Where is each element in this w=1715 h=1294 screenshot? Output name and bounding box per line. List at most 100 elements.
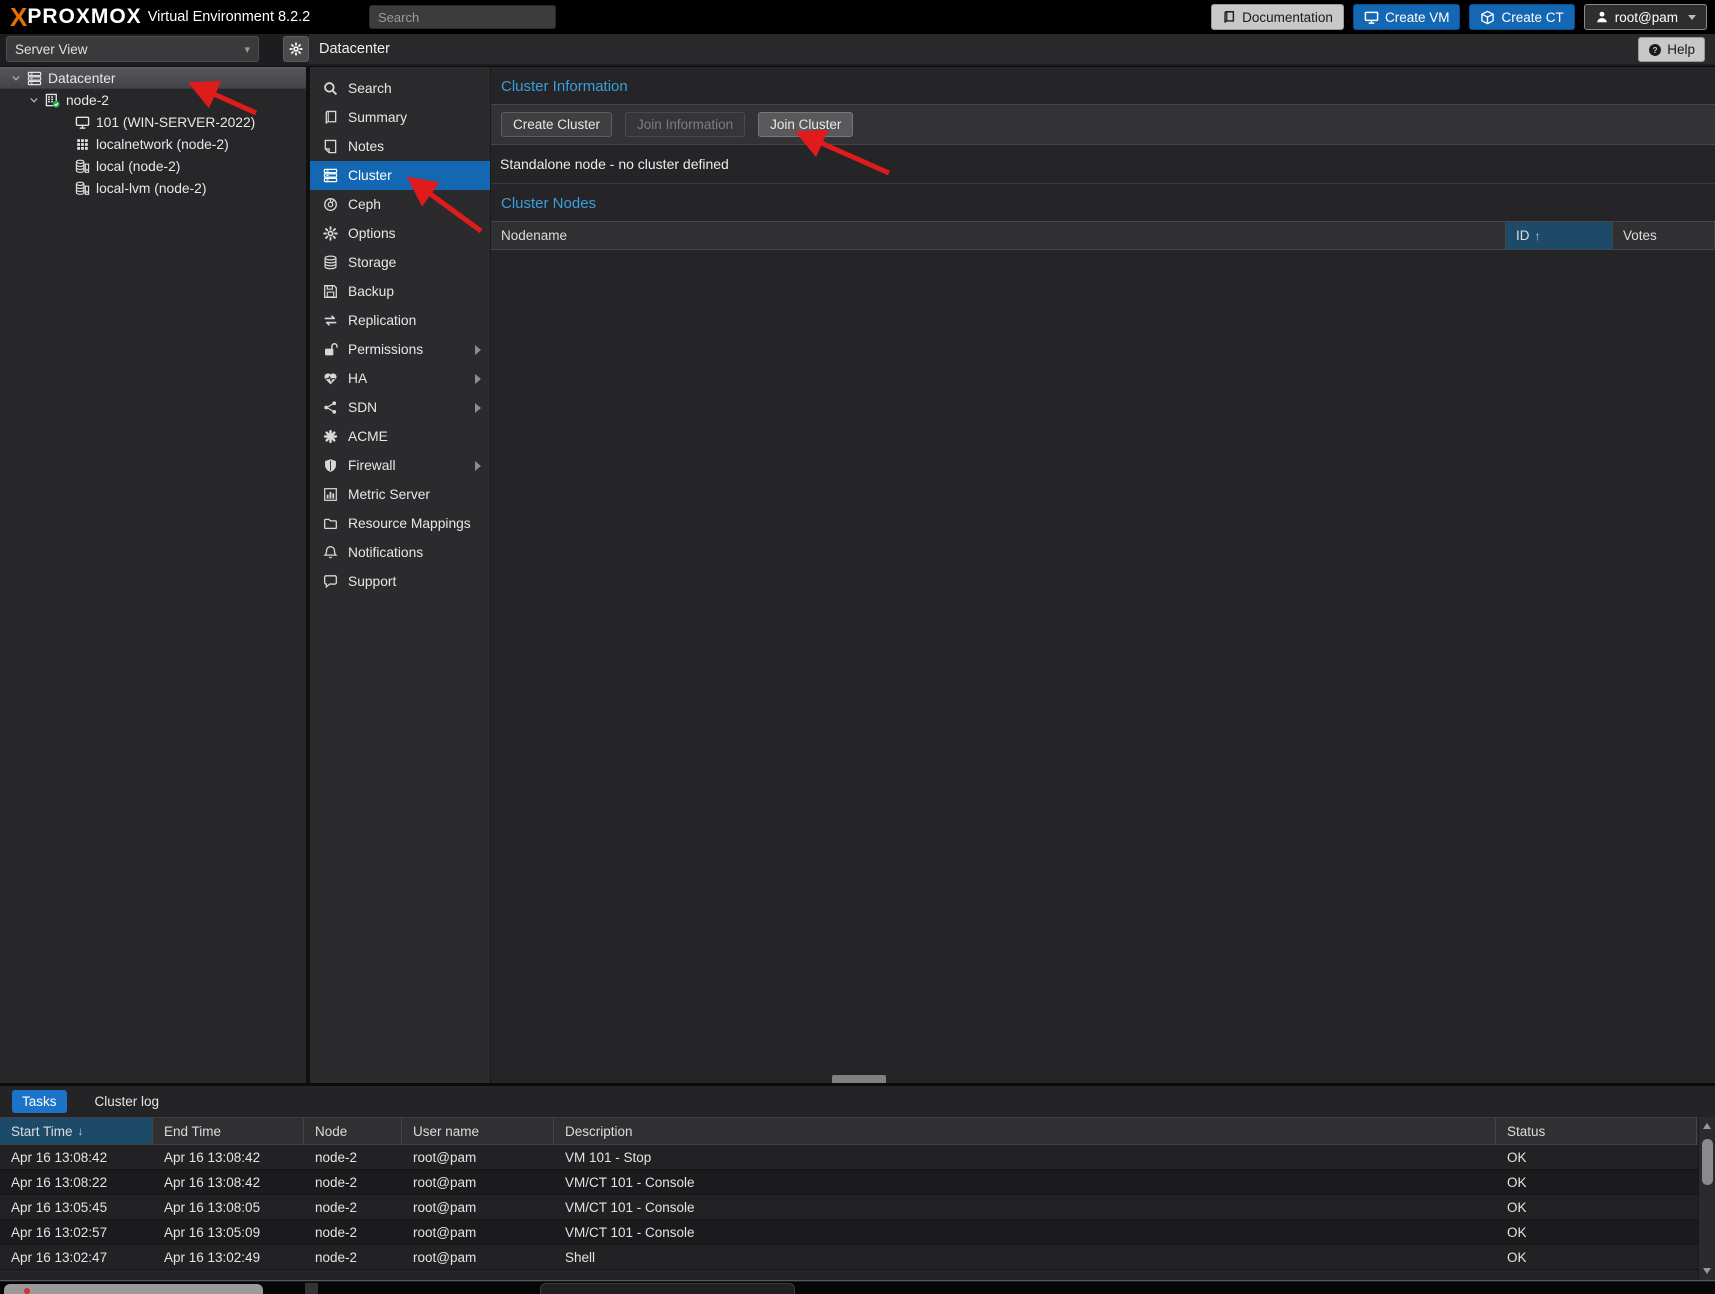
chevron-down-icon: ▾ [244, 43, 250, 56]
menu-item-firewall[interactable]: Firewall [310, 451, 490, 480]
menu-item-permissions[interactable]: Permissions [310, 335, 490, 364]
cube-icon [1480, 10, 1495, 25]
tree-item-datacenter[interactable]: Datacenter [0, 67, 306, 89]
ceph-icon [322, 197, 339, 212]
menu-item-label: Metric Server [348, 487, 430, 502]
task-cell: root@pam [402, 1245, 554, 1269]
join-cluster-button[interactable]: Join Cluster [758, 112, 853, 137]
menu-item-label: Ceph [348, 197, 381, 212]
view-selector-dropdown[interactable]: Server View ▾ [6, 36, 259, 62]
menu-item-label: Options [348, 226, 396, 241]
tasks-column-description[interactable]: Description [554, 1118, 1496, 1144]
task-cell: Apr 16 13:02:49 [153, 1245, 304, 1269]
documentation-button[interactable]: Documentation [1211, 4, 1344, 30]
tree-item-101-win-server-2022[interactable]: 101 (WIN-SERVER-2022) [0, 111, 306, 133]
menu-item-label: Cluster [348, 168, 392, 183]
menu-item-ceph[interactable]: Ceph [310, 190, 490, 219]
question-circle-icon: ? [1648, 43, 1662, 57]
menu-item-sdn[interactable]: SDN [310, 393, 490, 422]
gear-icon [322, 226, 339, 241]
task-row[interactable]: Apr 16 13:08:42Apr 16 13:08:42node-2root… [0, 1145, 1715, 1170]
help-button[interactable]: ? Help [1638, 37, 1705, 62]
tree-item-local-node-2[interactable]: local (node-2) [0, 155, 306, 177]
menu-item-summary[interactable]: Summary [310, 103, 490, 132]
menu-item-support[interactable]: Support [310, 567, 490, 596]
folder-icon [322, 516, 339, 531]
menu-item-replication[interactable]: Replication [310, 306, 490, 335]
scroll-up-icon[interactable] [1703, 1123, 1711, 1129]
task-cell: OK [1496, 1195, 1697, 1219]
join-information-button[interactable]: Join Information [625, 112, 745, 137]
task-row[interactable]: Apr 16 13:08:22Apr 16 13:08:42node-2root… [0, 1170, 1715, 1195]
tree-item-local-lvm-node-2[interactable]: local-lvm (node-2) [0, 177, 306, 199]
create-ct-button[interactable]: Create CT [1469, 4, 1574, 30]
menu-item-search[interactable]: Search [310, 74, 490, 103]
nodes-column-nodename[interactable]: Nodename [491, 222, 1506, 249]
database-icon [322, 255, 339, 270]
menu-item-ha[interactable]: HA [310, 364, 490, 393]
menu-item-notes[interactable]: Notes [310, 132, 490, 161]
datacenter-menu-panel: Search SummaryNotes Cluster Ceph Options Stor… [310, 66, 490, 1083]
task-cell: OK [1496, 1170, 1697, 1194]
tasks-column-status[interactable]: Status [1496, 1118, 1697, 1144]
caret-right-icon [475, 374, 481, 384]
task-cell: Apr 16 13:08:22 [0, 1170, 153, 1194]
task-cell: node-2 [304, 1220, 402, 1244]
tasks-scrollbar[interactable] [1698, 1117, 1715, 1280]
menu-item-label: SDN [348, 400, 377, 415]
cluster-nodes-table-header: NodenameID↑ Votes [491, 222, 1715, 250]
tree-item-label: local-lvm (node-2) [96, 181, 206, 196]
caret-right-icon [475, 345, 481, 355]
scrollbar-thumb[interactable] [1702, 1139, 1713, 1185]
nodes-column-votes[interactable]: Votes [1613, 222, 1715, 249]
tasks-column-end-time[interactable]: End Time [153, 1118, 304, 1144]
tab-tasks[interactable]: Tasks [12, 1090, 67, 1113]
search-input[interactable] [369, 5, 556, 29]
tab-cluster-log[interactable]: Cluster log [85, 1090, 170, 1113]
menu-item-resource-mappings[interactable]: Resource Mappings [310, 509, 490, 538]
tasks-table-header: Start Time↓ End Time Node User name Descript… [0, 1117, 1715, 1145]
create-vm-button[interactable]: Create VM [1353, 4, 1461, 30]
task-cell: Apr 16 13:05:45 [0, 1195, 153, 1219]
menu-item-options[interactable]: Options [310, 219, 490, 248]
gear-icon [289, 42, 303, 56]
svg-text:?: ? [1653, 44, 1658, 54]
task-cell: root@pam [402, 1170, 554, 1194]
cluster-information-title: Cluster Information [491, 67, 1715, 104]
scroll-down-icon[interactable] [1703, 1268, 1711, 1274]
tree-item-localnetwork-node-2[interactable]: localnetwork (node-2) [0, 133, 306, 155]
menu-item-metric-server[interactable]: Metric Server [310, 480, 490, 509]
tasks-column-user-name[interactable]: User name [402, 1118, 554, 1144]
breadcrumb: Datacenter [319, 41, 390, 57]
menu-item-storage[interactable]: Storage [310, 248, 490, 277]
task-cell: Apr 16 13:08:42 [0, 1145, 153, 1169]
taskbar-item [540, 1283, 795, 1294]
tasks-column-node[interactable]: Node [304, 1118, 402, 1144]
task-row[interactable]: Apr 16 13:02:47Apr 16 13:02:49node-2root… [0, 1245, 1715, 1270]
monitor-icon [1364, 10, 1379, 25]
nodes-column-id[interactable]: ID↑ [1506, 222, 1613, 249]
menu-item-label: Replication [348, 313, 416, 328]
task-row[interactable]: Apr 16 13:02:57Apr 16 13:05:09node-2root… [0, 1220, 1715, 1245]
user-icon [1595, 10, 1609, 24]
storage-icon [72, 181, 92, 196]
task-row[interactable]: Apr 16 13:05:45Apr 16 13:08:05node-2root… [0, 1195, 1715, 1220]
tree-settings-button[interactable] [283, 36, 309, 62]
task-cell: Shell [554, 1245, 1496, 1269]
tree-expander-icon[interactable] [26, 95, 42, 105]
column-label: Votes [1623, 228, 1657, 243]
task-cell: node-2 [304, 1195, 402, 1219]
menu-item-cluster[interactable]: Cluster [310, 161, 490, 190]
column-label: User name [413, 1124, 479, 1139]
column-label: End Time [164, 1124, 221, 1139]
tasks-tab-bar: Tasks Cluster log [0, 1086, 1715, 1117]
menu-item-acme[interactable]: ACME [310, 422, 490, 451]
tree-expander-icon[interactable] [8, 73, 24, 83]
menu-item-backup[interactable]: Backup [310, 277, 490, 306]
tasks-column-start-time[interactable]: Start Time↓ [0, 1118, 153, 1144]
menu-item-notifications[interactable]: Notifications [310, 538, 490, 567]
tree-item-node-2[interactable]: node-2 [0, 89, 306, 111]
create-cluster-button[interactable]: Create Cluster [501, 112, 612, 137]
user-menu-button[interactable]: root@pam [1584, 4, 1707, 30]
menu-item-label: Search [348, 81, 392, 96]
